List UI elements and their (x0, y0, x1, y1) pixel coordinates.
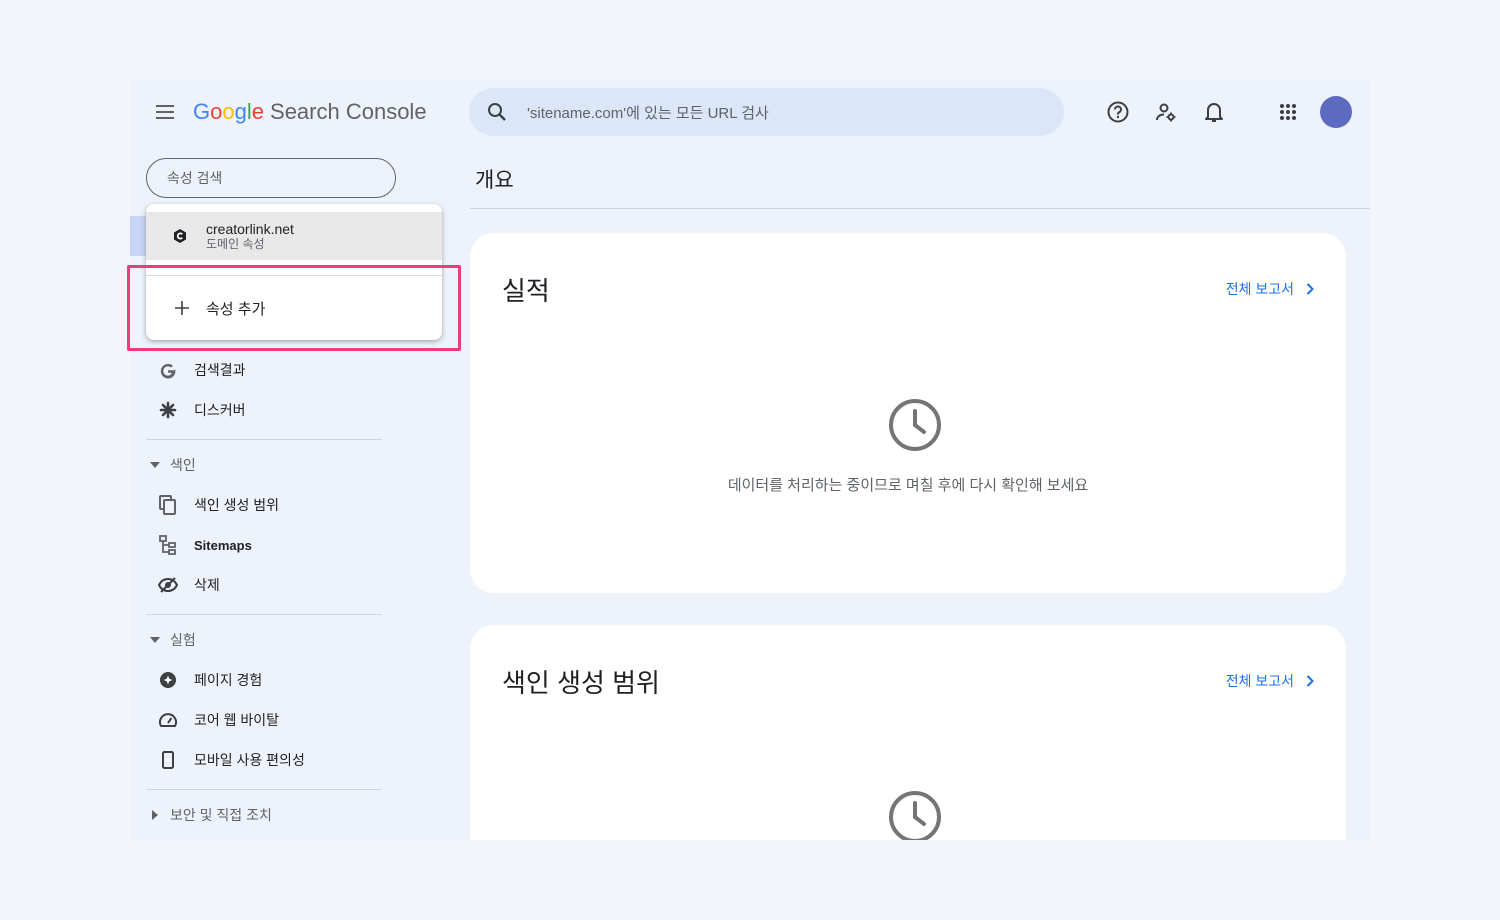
plus-circle-icon (158, 670, 178, 690)
notifications-bell-icon[interactable] (1202, 100, 1226, 124)
hamburger-menu-icon[interactable] (152, 100, 180, 124)
copy-pages-icon (158, 495, 178, 515)
index-coverage-card: 색인 생성 범위 전체 보고서 (470, 625, 1346, 840)
nav-divider (146, 439, 382, 440)
caret-down-icon (150, 462, 160, 468)
section-label: 실험 (170, 632, 196, 648)
nav-item-index-coverage[interactable]: 색인 생성 범위 (146, 485, 279, 525)
caret-right-icon (150, 810, 160, 820)
account-avatar[interactable] (1320, 96, 1352, 128)
nav-label: Sitemaps (194, 537, 252, 553)
search-console-app: Google Search Console 'sitename.com'에 있는 … (130, 80, 1370, 840)
title-divider (470, 208, 1370, 209)
section-toggle-experience[interactable]: 실험 (146, 628, 196, 652)
google-g-icon (158, 360, 178, 380)
card-title: 색인 생성 범위 (502, 668, 660, 698)
nav-item-discover[interactable]: 디스커버 (146, 390, 246, 430)
nav-label: 삭제 (194, 577, 220, 593)
phone-icon (158, 750, 178, 770)
asterisk-icon (158, 400, 178, 420)
url-inspection-search[interactable]: 'sitename.com'에 있는 모든 URL 검사 (469, 88, 1064, 136)
nav-item-mobile-usability[interactable]: 모바일 사용 편의성 (146, 740, 305, 780)
caret-down-icon (150, 637, 160, 643)
full-report-label: 전체 보고서 (1225, 673, 1294, 689)
section-toggle-security[interactable]: 보안 및 직접 조치 (146, 803, 272, 827)
property-search-input[interactable]: 속성 검색 (146, 158, 396, 198)
page-title: 개요 (475, 169, 514, 192)
add-property-button[interactable]: 속성 추가 (146, 288, 442, 328)
add-property-label: 속성 추가 (206, 300, 266, 318)
full-report-link[interactable]: 전체 보고서 (1226, 279, 1318, 299)
performance-card: 실적 전체 보고서 데이터를 처리하는 중이므로 며칠 후에 다시 확인해 보세… (470, 233, 1346, 593)
property-type: 도메인 속성 (206, 236, 265, 251)
top-bar: Google Search Console 'sitename.com'에 있는 … (130, 80, 1370, 144)
nav-label: 색인 생성 범위 (194, 497, 280, 513)
full-report-label: 전체 보고서 (1225, 281, 1294, 297)
card-title: 실적 (502, 276, 550, 306)
nav-label: 디스커버 (194, 402, 246, 418)
nav-label: 모바일 사용 편의성 (194, 752, 305, 768)
clock-icon (889, 791, 941, 840)
nav-label: 코어 웹 바이탈 (194, 712, 280, 728)
property-option[interactable]: creatorlink.net 도메인 속성 (146, 212, 442, 260)
property-search-placeholder: 속성 검색 (167, 170, 223, 186)
section-label: 보안 및 직접 조치 (170, 807, 272, 823)
user-settings-icon[interactable] (1154, 100, 1178, 124)
clock-icon (889, 399, 941, 451)
nav-divider (146, 789, 382, 790)
nav-item-removals[interactable]: 삭제 (146, 565, 220, 605)
search-console-logo[interactable]: Google Search Console (193, 99, 427, 125)
nav-item-page-experience[interactable]: 페이지 경험 (146, 660, 262, 700)
property-text: creatorlink.net 도메인 속성 (206, 220, 294, 251)
plus-icon (172, 298, 192, 318)
section-toggle-index[interactable]: 색인 (146, 453, 196, 477)
section-label: 색인 (170, 457, 196, 473)
product-name: Search Console (270, 99, 427, 124)
help-icon[interactable] (1106, 100, 1130, 124)
speedometer-icon (158, 710, 178, 730)
apps-grid-icon[interactable] (1276, 100, 1300, 124)
chevron-right-icon (1302, 673, 1318, 689)
eye-off-icon (158, 575, 178, 595)
processing-message: 데이터를 처리하는 중이므로 며칠 후에 다시 확인해 보세요 (727, 477, 1089, 494)
sitemap-icon (158, 535, 178, 555)
chevron-right-icon (1302, 281, 1318, 297)
full-report-link[interactable]: 전체 보고서 (1226, 671, 1318, 691)
nav-divider (146, 614, 382, 615)
nav-item-core-web-vitals[interactable]: 코어 웹 바이탈 (146, 700, 279, 740)
property-dropdown: creatorlink.net 도메인 속성 속성 추가 (146, 204, 442, 340)
nav-item-sitemaps[interactable]: Sitemaps (146, 525, 252, 565)
dropdown-divider (146, 275, 442, 276)
property-name: creatorlink.net (206, 220, 294, 237)
nav-label: 페이지 경험 (194, 672, 263, 688)
nav-item-search-results[interactable]: 검색결과 (146, 350, 246, 390)
nav-label: 검색결과 (194, 362, 246, 378)
search-icon (485, 100, 509, 124)
search-placeholder: 'sitename.com'에 있는 모든 URL 검사 (527, 104, 769, 122)
site-favicon-icon (172, 228, 188, 244)
